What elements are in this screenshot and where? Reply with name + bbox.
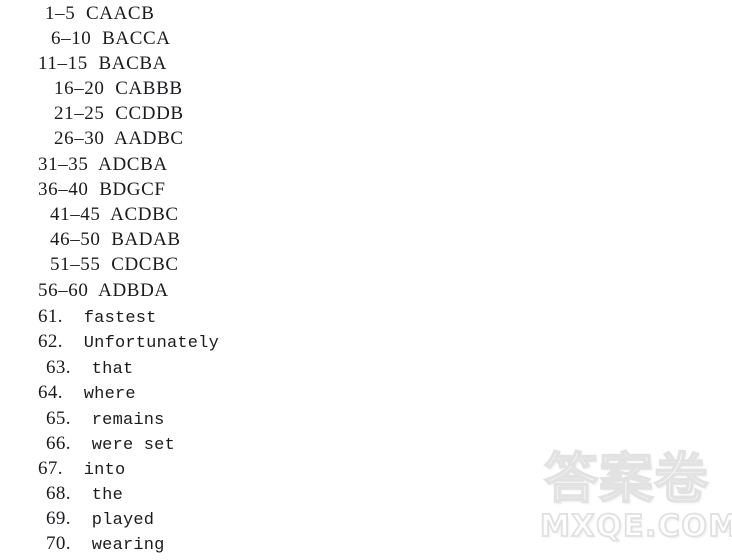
mc-answer-line: 21–25 CCDDB [54, 103, 184, 124]
word-answer-number: 67. [38, 458, 63, 479]
word-answer-line: 67. into [38, 459, 125, 479]
mc-answer-line: 16–20 CABBB [54, 78, 183, 99]
word-answer-text: fastest [83, 309, 157, 328]
word-answer-spacer [71, 486, 92, 505]
word-answer-spacer [71, 536, 92, 555]
word-answer-spacer [71, 360, 92, 379]
word-answer-line: 66. were set [46, 434, 175, 454]
word-answer-spacer [63, 385, 84, 404]
word-answer-number: 62. [38, 331, 63, 352]
word-answer-spacer [71, 411, 92, 430]
mc-answer-line: 11–15 BACBA [38, 53, 167, 74]
watermark-chinese-text: 答案卷 [543, 447, 709, 510]
word-answer-spacer [63, 461, 84, 480]
word-answer-line: 63. that [46, 358, 133, 378]
word-answer-line: 70. wearing [46, 534, 165, 554]
word-answer-number: 68. [46, 483, 71, 504]
mc-answer-line: 51–55 CDCBC [50, 254, 179, 275]
word-answer-text: played [91, 511, 155, 530]
word-answer-text: into [83, 461, 126, 480]
word-answer-number: 70. [46, 533, 71, 554]
watermark-domain-text: MXQE.COM [539, 509, 732, 544]
word-answer-line: 64. where [38, 383, 136, 403]
mc-answer-line: 31–35 ADCBA [38, 154, 168, 175]
answer-sheet-page: 1–5 CAACB 6–10 BACCA 11–15 BACBA 16–20 CABB… [0, 0, 732, 560]
word-answer-line: 68. the [46, 484, 123, 504]
word-answer-spacer [71, 436, 92, 455]
word-answer-text: wearing [91, 536, 165, 555]
word-answer-number: 61. [38, 306, 63, 327]
word-answer-number: 65. [46, 408, 71, 429]
word-answer-spacer [63, 334, 84, 353]
mc-answer-line: 26–30 AADBC [54, 128, 184, 149]
word-answer-line: 69. played [46, 509, 154, 529]
word-answer-text: remains [91, 411, 165, 430]
word-answer-text: where [83, 385, 136, 404]
mc-answer-line: 41–45 ACDBC [50, 204, 179, 225]
mc-answer-line: 56–60 ADBDA [38, 280, 169, 301]
mc-answer-line: 36–40 BDGCF [38, 179, 166, 200]
word-answer-line: 61. fastest [38, 307, 157, 327]
word-answer-number: 69. [46, 508, 71, 529]
watermark: 答案卷 MXQE.COM [536, 447, 732, 558]
word-answer-text: the [91, 486, 123, 505]
word-answer-line: 65. remains [46, 409, 165, 429]
word-answer-line: 62. Unfortunately [38, 332, 219, 352]
word-answer-text: Unfortunately [83, 334, 219, 353]
word-answer-text: were set [91, 436, 175, 455]
mc-answer-line: 46–50 BADAB [50, 229, 181, 250]
word-answer-spacer [71, 511, 92, 530]
mc-answer-line: 1–5 CAACB [45, 3, 155, 24]
word-answer-number: 66. [46, 433, 71, 454]
word-answer-number: 63. [46, 357, 71, 378]
mc-answer-line: 6–10 BACCA [51, 28, 171, 49]
word-answer-number: 64. [38, 382, 63, 403]
word-answer-spacer [63, 309, 84, 328]
word-answer-text: that [91, 360, 134, 379]
